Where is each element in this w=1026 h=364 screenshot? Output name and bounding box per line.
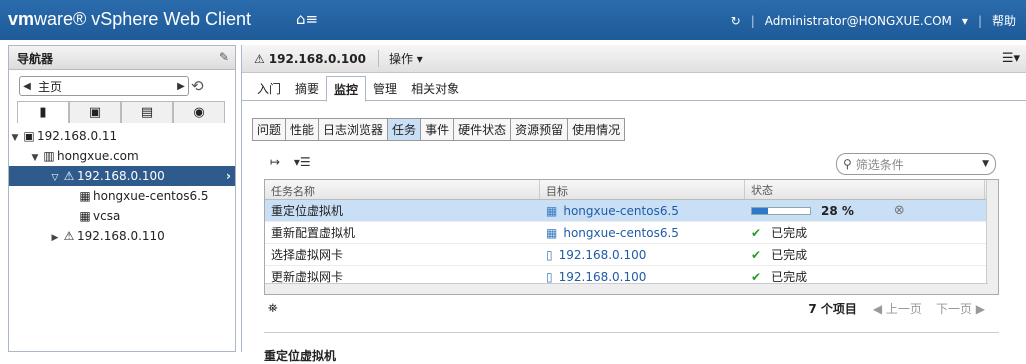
tab-related-objects[interactable]: 相关对象 bbox=[404, 76, 466, 100]
progress-bar bbox=[751, 206, 811, 215]
host-warning-icon: ⚠ bbox=[254, 51, 265, 66]
object-tabs: 入门 摘要 监控 管理 相关对象 bbox=[242, 76, 1026, 102]
home-label: 主页 bbox=[38, 79, 63, 94]
tree-node-datacenter[interactable]: ▼ ▣ 192.168.0.11 bbox=[9, 126, 235, 146]
user-menu[interactable]: Administrator@HONGXUE.COM bbox=[765, 14, 952, 28]
detail-title: 重定位虚拟机 bbox=[264, 349, 337, 363]
actions-menu[interactable]: 操作 ▾ bbox=[377, 50, 423, 67]
network-icon[interactable]: ◉ bbox=[173, 101, 225, 123]
check-icon: ✔ bbox=[751, 269, 762, 284]
brand-logo: vmware® vSphere Web Client bbox=[8, 9, 252, 29]
top-bar: vmware® vSphere Web Client ⌂≡ ↻ | Admini… bbox=[0, 0, 1026, 40]
pin-icon[interactable]: ✎ bbox=[219, 50, 229, 64]
history-icon[interactable]: ⟲ bbox=[191, 77, 204, 95]
inventory-tree: ▼ ▣ 192.168.0.11 ▼ ▥ hongxue.com ▽ ⚠ 192.168.0… bbox=[9, 126, 235, 246]
subtab-events[interactable]: 事件 bbox=[421, 119, 455, 140]
target-link[interactable]: 192.168.0.100 bbox=[559, 270, 647, 284]
chevron-right-icon[interactable]: › bbox=[226, 166, 231, 186]
target-link[interactable]: hongxue-centos6.5 bbox=[563, 226, 679, 240]
object-title: 192.168.0.100 bbox=[268, 51, 366, 66]
tab-getting-started[interactable]: 入门 bbox=[250, 76, 288, 100]
tab-summary[interactable]: 摘要 bbox=[288, 76, 326, 100]
tree-node-vm-vcsa[interactable]: ▦ vcsa bbox=[9, 206, 235, 226]
subtab-resource-reservation[interactable]: 资源预留 bbox=[511, 119, 569, 140]
subtab-hardware-status[interactable]: 硬件状态 bbox=[454, 119, 512, 140]
vm-icon: ▦ bbox=[79, 189, 91, 203]
forward-icon[interactable]: ▶ bbox=[174, 81, 188, 92]
table-footer: ⛯ 7 个项目 ◀ 上一页 下一页 ▶ bbox=[264, 297, 999, 319]
tab-manage[interactable]: 管理 bbox=[366, 76, 404, 100]
navigator-header: 导航器 ✎ bbox=[9, 46, 235, 70]
cancel-task-icon[interactable]: ⊗ bbox=[894, 203, 905, 218]
check-icon: ✔ bbox=[751, 225, 762, 240]
search-icon: ⚲ bbox=[843, 157, 852, 171]
prev-page-button[interactable]: ◀ 上一页 bbox=[873, 300, 922, 317]
monitor-subtabs: 问题 性能 日志浏览器 任务 事件 硬件状态 资源预留 使用情况 bbox=[252, 118, 626, 141]
item-count: 7 个项目 bbox=[808, 301, 857, 316]
back-icon[interactable]: ◀ bbox=[20, 81, 34, 92]
host-warning-icon: ⚠ bbox=[63, 169, 75, 183]
host-icon: ▯ bbox=[546, 247, 553, 262]
grid-toolbar: ↦ ▾☰ bbox=[270, 155, 311, 169]
tab-monitor[interactable]: 监控 bbox=[326, 76, 367, 102]
vertical-scrollbar[interactable] bbox=[986, 180, 998, 294]
collapse-icon[interactable]: ↦ bbox=[270, 155, 280, 169]
main-panel: ⚠ 192.168.0.100 操作 ▾ ☰▾ 入门 摘要 监控 管理 相关对象… bbox=[241, 45, 1026, 363]
column-header-status[interactable]: 状态 bbox=[745, 180, 985, 199]
storage-icon[interactable]: ▤ bbox=[121, 101, 173, 123]
filter-placeholder: 筛选条件 bbox=[855, 157, 904, 172]
subtab-utilization[interactable]: 使用情况 bbox=[568, 119, 625, 140]
navigator-panel: 导航器 ✎ ◀ 主页 ▶ ⟲ ▮ ▣ ▤ ◉ ▼ ▣ 192.168.0.11 ▼ ▥ h… bbox=[8, 45, 236, 352]
menu-icon[interactable]: ☰▾ bbox=[1002, 51, 1020, 66]
tree-node-vm-centos[interactable]: ▦ hongxue-centos6.5 bbox=[9, 186, 235, 206]
filter-input[interactable]: ⚲ 筛选条件 ▼ bbox=[836, 153, 996, 175]
home-selector[interactable]: ◀ 主页 ▶ bbox=[19, 76, 189, 96]
folder-icon: ▥ bbox=[43, 149, 55, 163]
divider: | bbox=[977, 13, 982, 28]
object-header: ⚠ 192.168.0.100 操作 ▾ ☰▾ bbox=[242, 45, 1026, 73]
subtab-issues[interactable]: 问题 bbox=[253, 119, 287, 140]
divider: | bbox=[750, 13, 755, 28]
table-row[interactable]: 选择虚拟网卡 ▯ 192.168.0.100 ✔ 已完成 bbox=[265, 244, 998, 266]
table-row[interactable]: 重定位虚拟机 ▦ hongxue-centos6.5 28 % ⊗ bbox=[265, 200, 998, 222]
target-link[interactable]: hongxue-centos6.5 bbox=[563, 204, 679, 218]
binoculars-icon[interactable]: ⛯ bbox=[268, 301, 278, 316]
tree-node-host-110[interactable]: ▶ ⚠ 192.168.0.110 bbox=[9, 226, 235, 246]
progress-fill bbox=[752, 207, 769, 214]
home-icon[interactable]: ⌂≡ bbox=[296, 10, 318, 28]
subtab-tasks[interactable]: 任务 bbox=[388, 119, 422, 140]
host-warning-icon: ⚠ bbox=[63, 229, 75, 243]
navigator-title: 导航器 bbox=[17, 52, 54, 66]
target-link[interactable]: 192.168.0.100 bbox=[559, 248, 647, 262]
refresh-icon[interactable]: ↻ bbox=[731, 14, 741, 28]
hosts-clusters-icon[interactable]: ▮ bbox=[17, 101, 69, 123]
task-detail-pane: 重定位虚拟机 bbox=[264, 332, 999, 363]
tree-node-folder[interactable]: ▼ ▥ hongxue.com bbox=[9, 146, 235, 166]
list-options-icon[interactable]: ▾☰ bbox=[294, 155, 311, 169]
vm-icon: ▦ bbox=[546, 203, 558, 218]
help-link[interactable]: 帮助 bbox=[992, 12, 1016, 29]
vm-icon: ▦ bbox=[79, 209, 91, 223]
column-header-task-name[interactable]: 任务名称 bbox=[265, 180, 540, 199]
chevron-down-icon[interactable]: ▾ bbox=[962, 14, 968, 28]
tasks-table: 任务名称 目标 状态 重定位虚拟机 ▦ hongxue-centos6.5 28 … bbox=[264, 179, 999, 295]
subtab-log-browser[interactable]: 日志浏览器 bbox=[319, 119, 389, 140]
tree-node-host-100[interactable]: ▽ ⚠ 192.168.0.100 › bbox=[9, 166, 235, 186]
host-icon: ▯ bbox=[546, 269, 553, 284]
table-row[interactable]: 重新配置虚拟机 ▦ hongxue-centos6.5 ✔ 已完成 bbox=[265, 222, 998, 244]
horizontal-scrollbar[interactable] bbox=[265, 283, 988, 294]
vm-icon: ▦ bbox=[546, 225, 558, 240]
datacenter-icon: ▣ bbox=[23, 129, 35, 143]
check-icon: ✔ bbox=[751, 247, 762, 262]
next-page-button[interactable]: 下一页 ▶ bbox=[936, 300, 985, 317]
column-header-target[interactable]: 目标 bbox=[540, 180, 745, 199]
chevron-down-icon[interactable]: ▼ bbox=[982, 159, 989, 169]
subtab-performance[interactable]: 性能 bbox=[286, 119, 320, 140]
vms-templates-icon[interactable]: ▣ bbox=[69, 101, 121, 123]
